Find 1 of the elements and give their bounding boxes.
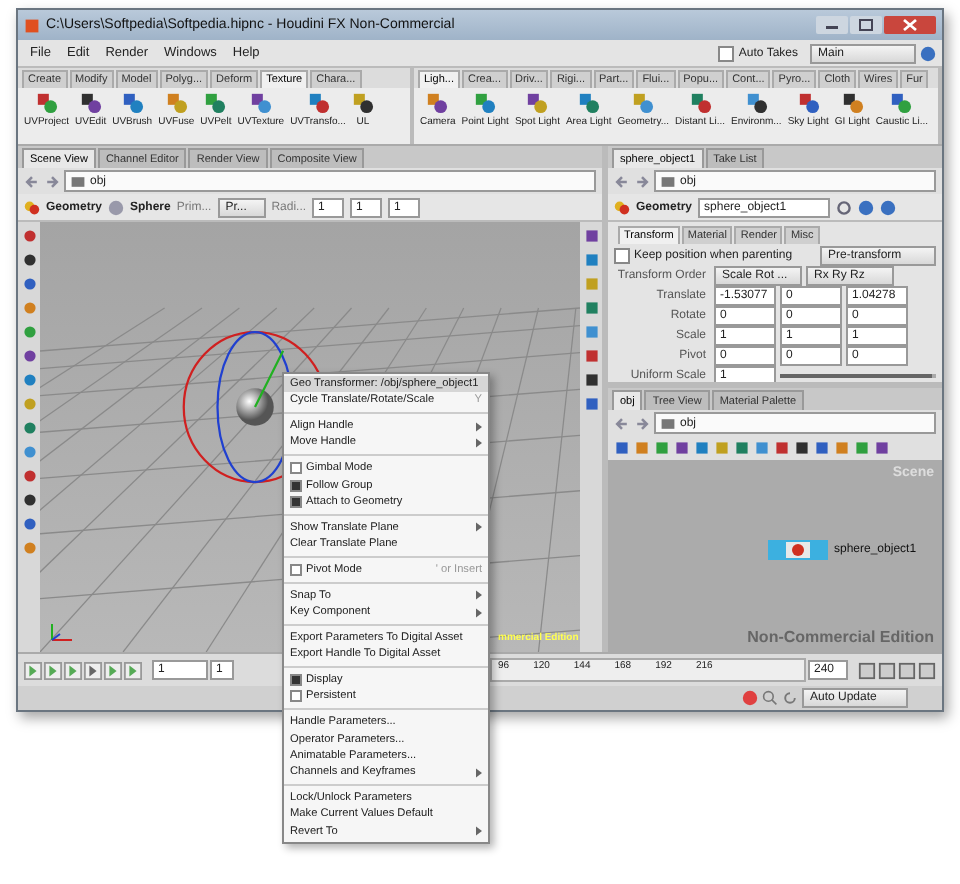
watermark-text: Non-Commercial Edition (747, 628, 934, 646)
